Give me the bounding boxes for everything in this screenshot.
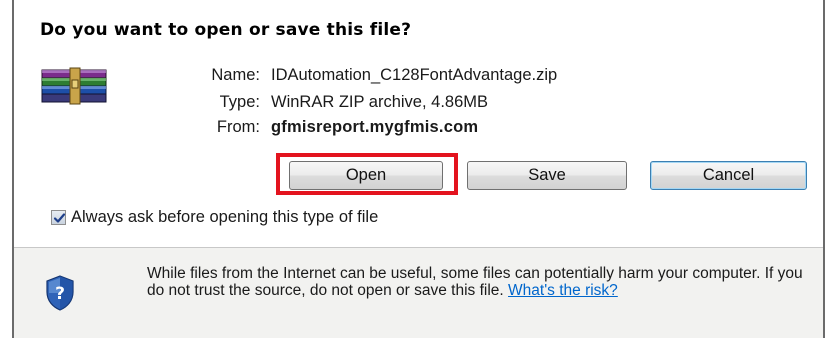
from-label: From: (216, 118, 260, 136)
dialog-title: Do you want to open or save this file? (40, 20, 412, 40)
save-button[interactable]: Save (467, 161, 627, 190)
file-type-value: WinRAR ZIP archive, 4.86MB (271, 93, 489, 111)
warning-text: While files from the Internet can be use… (147, 265, 803, 299)
warning-text-block: While files from the Internet can be use… (147, 265, 817, 299)
whats-the-risk-link[interactable]: What's the risk? (508, 282, 618, 299)
cancel-button[interactable]: Cancel (650, 161, 807, 190)
svg-text:?: ? (55, 284, 65, 304)
open-button-highlight (276, 153, 458, 195)
always-ask-checkbox[interactable] (51, 210, 66, 225)
file-name-value: IDAutomation_C128FontAdvantage.zip (271, 66, 558, 84)
checkmark-icon (53, 213, 66, 223)
security-shield-icon: ? (45, 275, 75, 311)
file-source-value: gfmisreport.mygfmis.com (271, 118, 479, 136)
always-ask-label[interactable]: Always ask before opening this type of f… (71, 208, 378, 227)
type-label: Type: (219, 93, 260, 111)
winrar-archive-icon (40, 66, 112, 106)
name-label: Name: (211, 66, 260, 84)
